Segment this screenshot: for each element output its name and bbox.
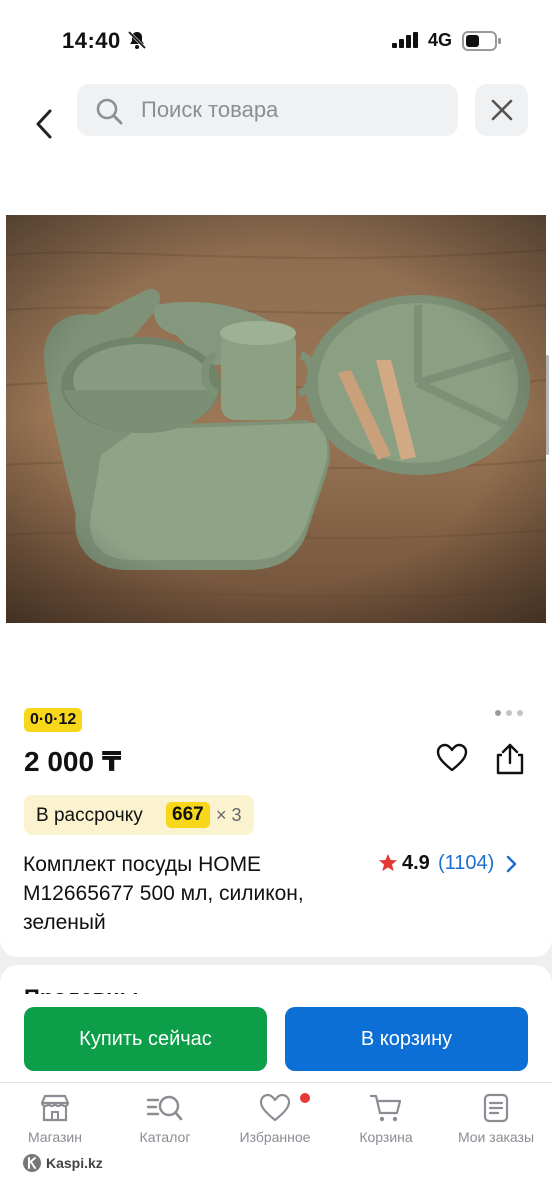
installment-promo-badge: 0·0·12 [24, 708, 83, 732]
close-button[interactable] [475, 84, 528, 136]
favorite-heart-icon[interactable] [436, 743, 468, 773]
favorites-notification-dot [300, 1093, 310, 1103]
status-bar: 14:40 4G [0, 0, 552, 80]
reviews-count-link[interactable]: (1104) [438, 852, 494, 875]
orders-icon [483, 1093, 509, 1123]
heart-icon [259, 1093, 291, 1122]
back-button[interactable] [24, 94, 64, 154]
close-icon [491, 99, 512, 121]
product-rating[interactable]: 4.9 [402, 852, 430, 875]
kaspi-logo-icon [23, 1154, 41, 1172]
tab-orders-label: Мои заказы [457, 1129, 535, 1145]
tab-orders[interactable]: Мои заказы [441, 1093, 551, 1153]
chevron-right-icon[interactable] [505, 855, 517, 873]
product-gallery[interactable] [0, 215, 552, 695]
brand-logo: Kaspi.kz [22, 1153, 103, 1173]
bell-muted-icon [127, 30, 147, 50]
action-bar: Купить сейчас В корзину [0, 994, 552, 1082]
product-photo[interactable] [6, 215, 546, 623]
more-dots-icon[interactable] [494, 709, 524, 717]
installment-amount: 667 [166, 802, 210, 828]
product-price: 2 000 ₸ [24, 746, 122, 777]
status-time: 14:40 [62, 28, 121, 53]
cart-icon [369, 1094, 402, 1122]
header [0, 80, 552, 220]
tab-catalog-label: Каталог [139, 1129, 191, 1145]
gallery-scrollbar[interactable] [546, 355, 549, 455]
tab-favorites-label: Избранное [239, 1129, 311, 1145]
search-box[interactable] [77, 84, 458, 136]
installment-label: В рассрочку [36, 805, 143, 826]
tab-cart-label: Корзина [359, 1129, 413, 1145]
chevron-left-icon [36, 109, 52, 139]
network-type: 4G [428, 30, 453, 50]
installment-offer[interactable]: В рассрочку 667 × 3 [24, 795, 254, 835]
tab-catalog[interactable]: Каталог [110, 1093, 220, 1153]
search-input[interactable] [141, 84, 441, 136]
share-icon[interactable] [494, 742, 526, 776]
product-card: 0·0·12 2 000 ₸ В рассрочку 667 × 3 Компл… [0, 695, 552, 957]
add-to-cart-button[interactable]: В корзину [285, 1007, 528, 1071]
product-title: Комплект посуды HOME M12665677 500 мл, с… [23, 853, 304, 934]
tab-store[interactable]: Магазин [0, 1093, 110, 1153]
search-icon [96, 98, 123, 125]
buy-now-button[interactable]: Купить сейчас [24, 1007, 267, 1071]
tab-store-label: Магазин [27, 1129, 82, 1145]
battery-icon [462, 31, 501, 51]
signal-icon [392, 32, 418, 48]
bottom-tab-bar: Магазин Каталог Избранное Корзина Мои за… [0, 1082, 552, 1201]
installment-term: × 3 [216, 805, 242, 825]
tab-cart[interactable]: Корзина [331, 1093, 441, 1153]
brand-name: Kaspi.kz [46, 1155, 103, 1171]
tab-favorites[interactable]: Избранное [220, 1093, 330, 1153]
store-icon [40, 1094, 70, 1122]
star-icon [379, 854, 397, 871]
catalog-search-icon [146, 1095, 183, 1121]
